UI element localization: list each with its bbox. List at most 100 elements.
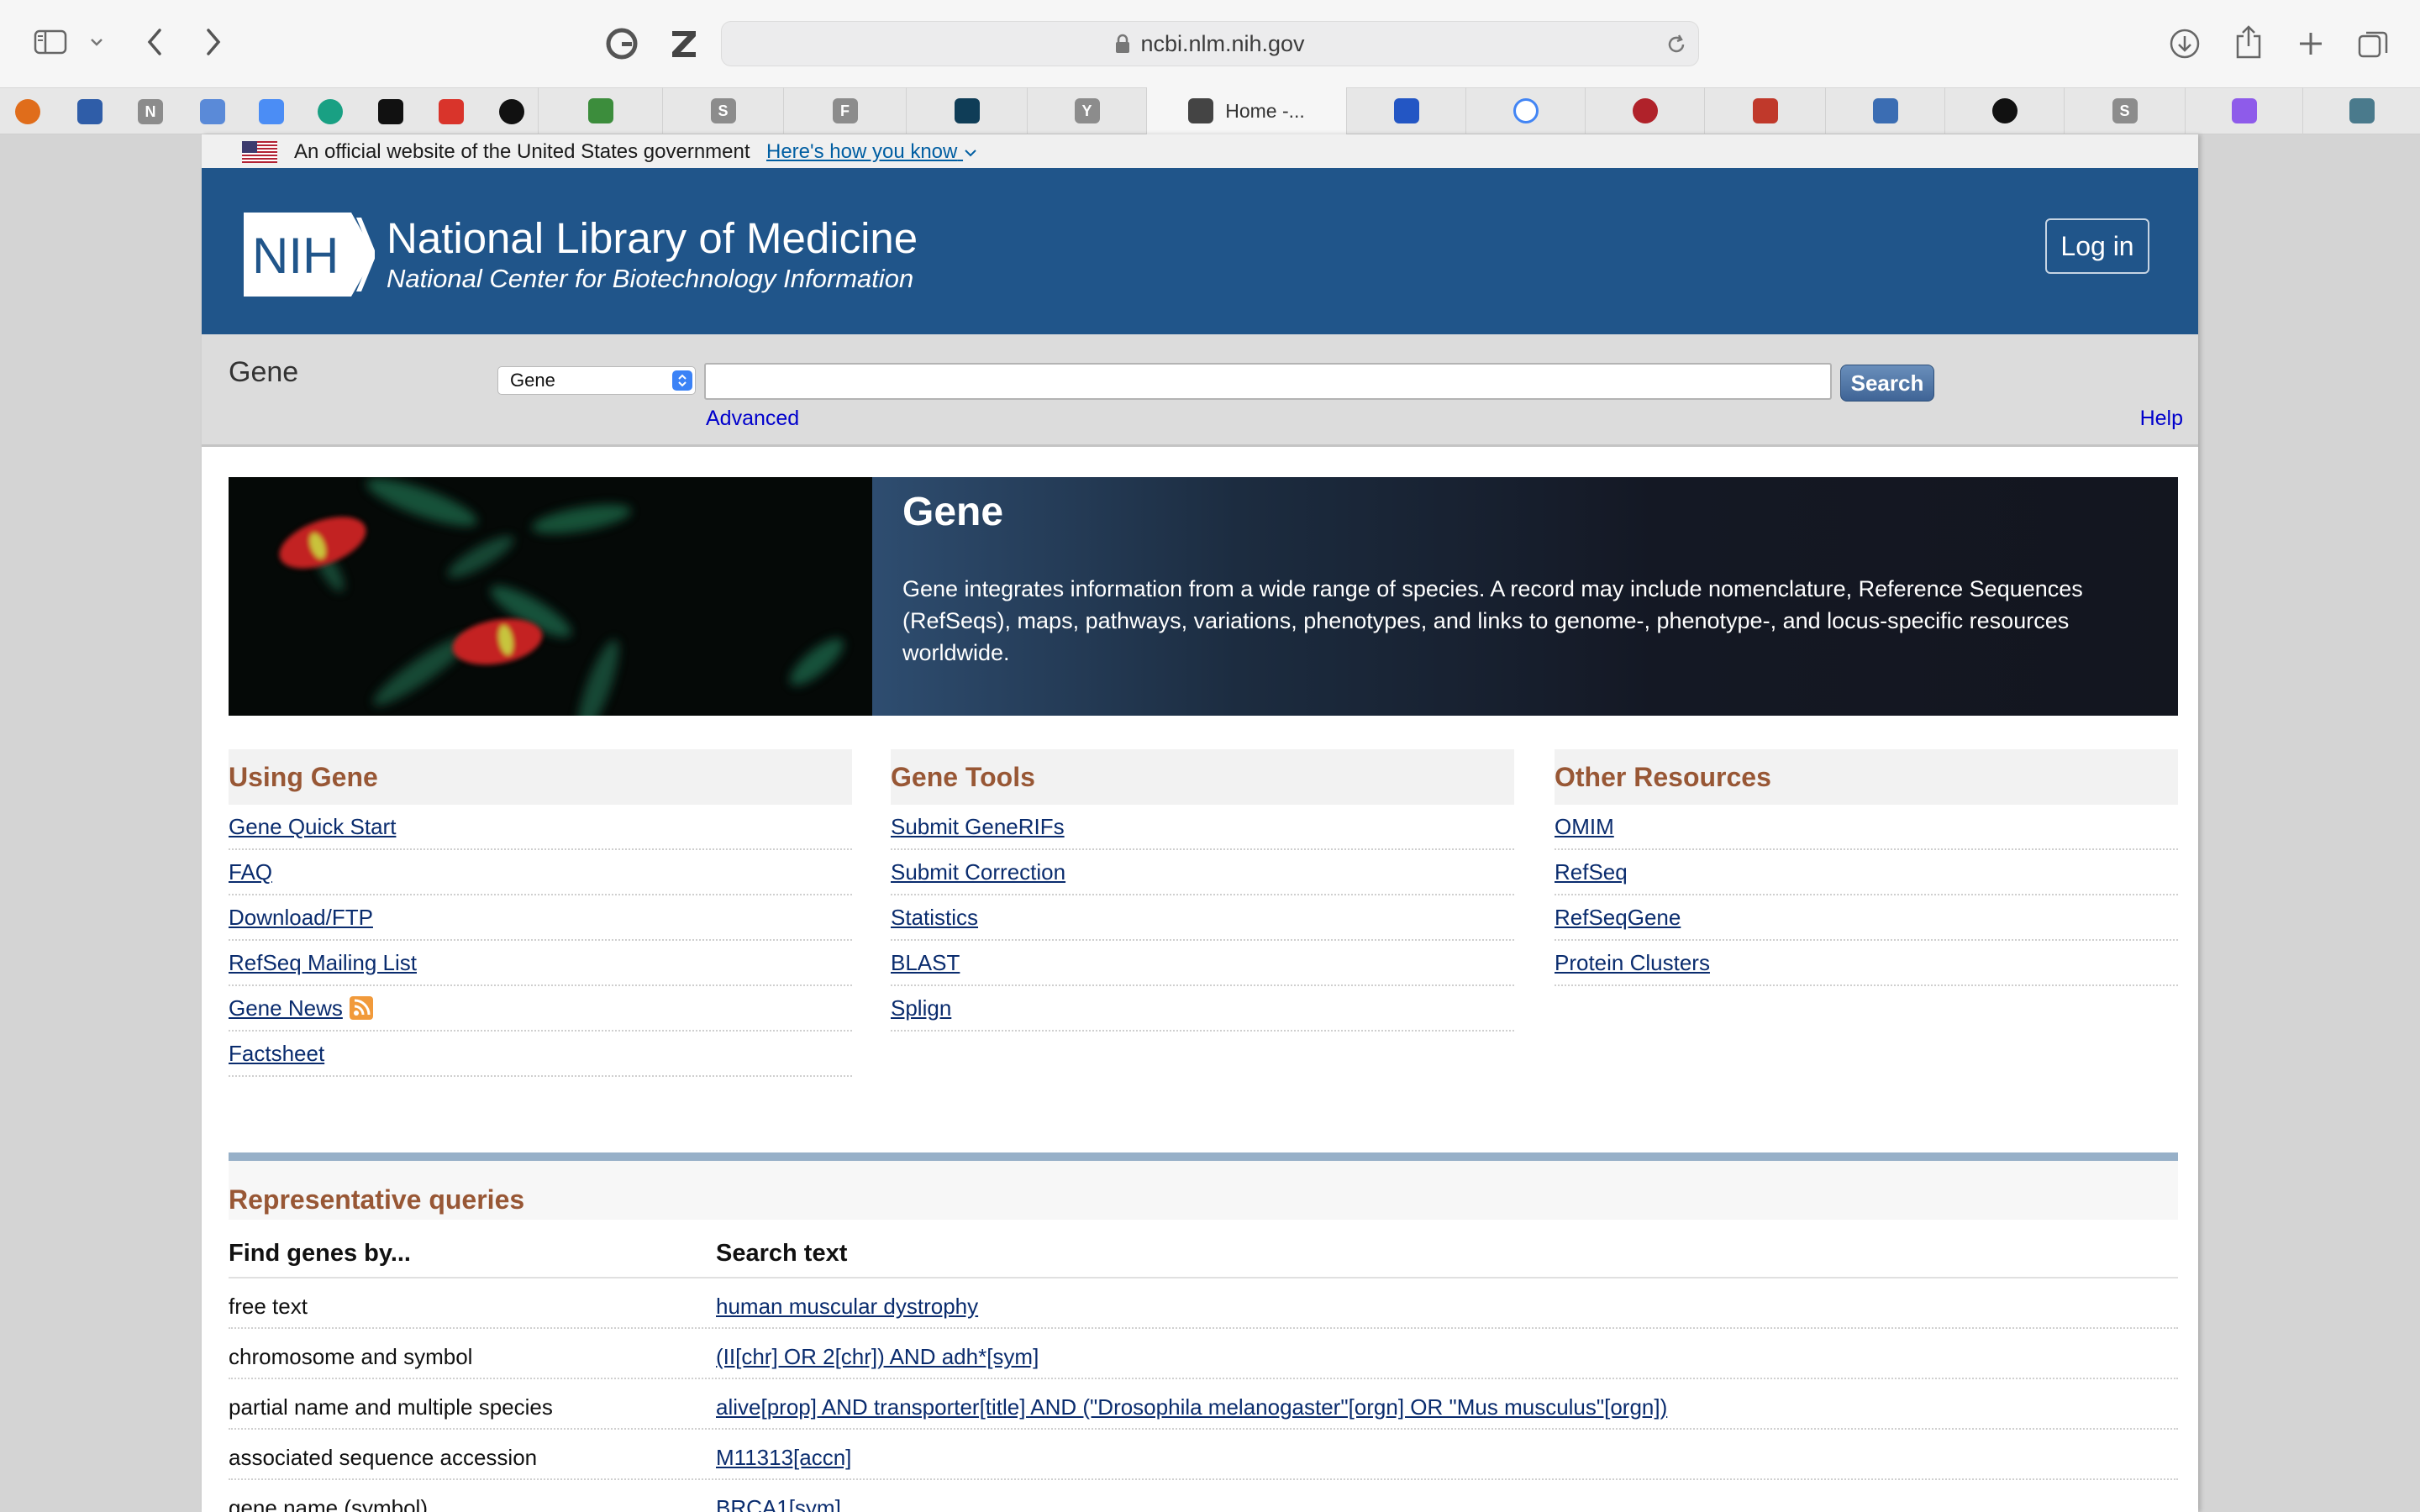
column-header: Find genes by... [229, 1240, 411, 1267]
chevron-down-icon[interactable] [87, 34, 106, 50]
gene-quick-start-link[interactable]: Gene Quick Start [229, 814, 396, 840]
query-type: gene name (symbol) [229, 1495, 428, 1512]
tab-favicon [1188, 98, 1214, 123]
zotero-extension-icon[interactable] [667, 27, 701, 60]
forward-icon[interactable] [198, 25, 229, 59]
address-bar[interactable]: ncbi.nlm.nih.gov [721, 21, 1699, 66]
query-link[interactable]: alive[prop] AND transporter[title] AND (… [716, 1394, 1667, 1420]
query-type: partial name and multiple species [229, 1394, 553, 1420]
new-tab-icon[interactable] [2294, 27, 2328, 60]
lock-icon [1115, 34, 1130, 54]
query-link[interactable]: (II[chr] OR 2[chr]) AND adh*[sym] [716, 1344, 1039, 1370]
login-button[interactable]: Log in [2045, 218, 2149, 274]
gov-banner-text: An official website of the United States… [294, 140, 750, 163]
hero-banner: Gene Gene integrates information from a … [229, 477, 2178, 716]
refseqgene-link[interactable]: RefSeqGene [1555, 905, 1681, 931]
tab[interactable] [538, 87, 662, 134]
query-link[interactable]: BRCA1[sym] [716, 1495, 841, 1512]
table-row: associated sequence accession M11313[acc… [229, 1430, 2178, 1480]
help-link[interactable]: Help [2140, 407, 2183, 431]
tab[interactable] [906, 87, 1027, 134]
using-gene-section: Using Gene Gene Quick Start FAQ Download… [229, 749, 852, 1077]
tab-active[interactable]: Home -... [1146, 87, 1346, 134]
nlm-header: NIH National Library of Medicine Nationa… [202, 168, 2198, 334]
nlm-title[interactable]: National Library of Medicine [387, 213, 918, 263]
section-heading: Gene Tools [891, 749, 1514, 805]
faq-link[interactable]: FAQ [229, 859, 272, 885]
splign-link[interactable]: Splign [891, 995, 951, 1021]
web-page: An official website of the United States… [202, 134, 2198, 1512]
search-input[interactable] [704, 363, 1832, 400]
factsheet-link[interactable]: Factsheet [229, 1041, 324, 1067]
tab[interactable] [1585, 87, 1704, 134]
tab[interactable] [1465, 87, 1585, 134]
tab[interactable]: S [662, 87, 783, 134]
blast-link[interactable]: BLAST [891, 950, 960, 976]
pinned-tab-icon[interactable] [15, 99, 40, 124]
share-icon[interactable] [2232, 24, 2265, 60]
refseq-link[interactable]: RefSeq [1555, 859, 1628, 885]
table-row: free text human muscular dystrophy [229, 1278, 2178, 1329]
advanced-search-link[interactable]: Advanced [706, 407, 799, 431]
submit-generifs-link[interactable]: Submit GeneRIFs [891, 814, 1065, 840]
how-you-know-link[interactable]: Here's how you know [766, 140, 978, 164]
how-you-know-label: Here's how you know [766, 140, 958, 163]
pinned-tab-icon[interactable]: N [138, 99, 163, 124]
download-ftp-link[interactable]: Download/FTP [229, 905, 373, 931]
statistics-link[interactable]: Statistics [891, 905, 978, 931]
tab[interactable] [2185, 87, 2302, 134]
gov-banner: An official website of the United States… [202, 134, 2198, 168]
tab[interactable]: S [2064, 87, 2185, 134]
search-bar: Gene Gene Search Advanced Help [202, 334, 2198, 447]
list-item: Gene News [229, 986, 852, 1032]
download-icon[interactable] [2168, 27, 2202, 60]
list-item: Protein Clusters [1555, 941, 2178, 986]
query-link[interactable]: M11313[accn] [716, 1445, 851, 1471]
browser-toolbar: ncbi.nlm.nih.gov [0, 0, 2420, 87]
pinned-tab-icon[interactable] [318, 99, 343, 124]
table-row: gene name (symbol) BRCA1[sym] [229, 1480, 2178, 1512]
gene-news-link[interactable]: Gene News [229, 995, 343, 1021]
database-title: Gene [229, 356, 299, 388]
back-icon[interactable] [139, 25, 170, 59]
search-button[interactable]: Search [1840, 365, 1934, 402]
list-item: FAQ [229, 850, 852, 895]
active-tab-title: Home -... [1225, 99, 1305, 122]
protein-clusters-link[interactable]: Protein Clusters [1555, 950, 1710, 976]
tab[interactable]: F [783, 87, 906, 134]
section-heading: Using Gene [229, 749, 852, 805]
list-item: BLAST [891, 941, 1514, 986]
pinned-tab-icon[interactable] [378, 99, 403, 124]
query-link[interactable]: human muscular dystrophy [716, 1294, 978, 1320]
submit-correction-link[interactable]: Submit Correction [891, 859, 1065, 885]
sidebar-toggle-icon[interactable] [34, 29, 67, 55]
list-item: Factsheet [229, 1032, 852, 1077]
tab[interactable] [1825, 87, 1944, 134]
grammarly-extension-icon[interactable] [605, 27, 639, 60]
gene-tools-section: Gene Tools Submit GeneRIFs Submit Correc… [891, 749, 1514, 1032]
list-item: RefSeq Mailing List [229, 941, 852, 986]
pinned-tab-icon[interactable] [77, 99, 103, 124]
nih-logo[interactable]: NIH [244, 213, 375, 297]
pinned-tab-icon[interactable] [200, 99, 225, 124]
omim-link[interactable]: OMIM [1555, 814, 1614, 840]
tab[interactable] [1944, 87, 2064, 134]
pinned-tab-icon[interactable] [439, 99, 464, 124]
table-row: partial name and multiple species alive[… [229, 1379, 2178, 1430]
select-arrows-icon [672, 370, 692, 391]
tab[interactable]: Y [1027, 87, 1146, 134]
svg-text:NIH: NIH [252, 228, 339, 284]
tab[interactable] [1704, 87, 1825, 134]
chevron-down-icon [965, 149, 976, 157]
database-select[interactable]: Gene [497, 366, 696, 395]
tab-overview-icon[interactable] [2356, 27, 2390, 60]
pinned-tab-icon[interactable] [499, 99, 524, 124]
reload-icon[interactable] [1665, 33, 1688, 62]
pinned-tab-icon[interactable] [259, 99, 284, 124]
tab[interactable] [2302, 87, 2420, 134]
refseq-mailing-list-link[interactable]: RefSeq Mailing List [229, 950, 417, 976]
rss-icon[interactable] [349, 996, 373, 1020]
list-item: Statistics [891, 895, 1514, 941]
tab[interactable] [1346, 87, 1465, 134]
representative-queries-heading: Representative queries [229, 1184, 525, 1215]
